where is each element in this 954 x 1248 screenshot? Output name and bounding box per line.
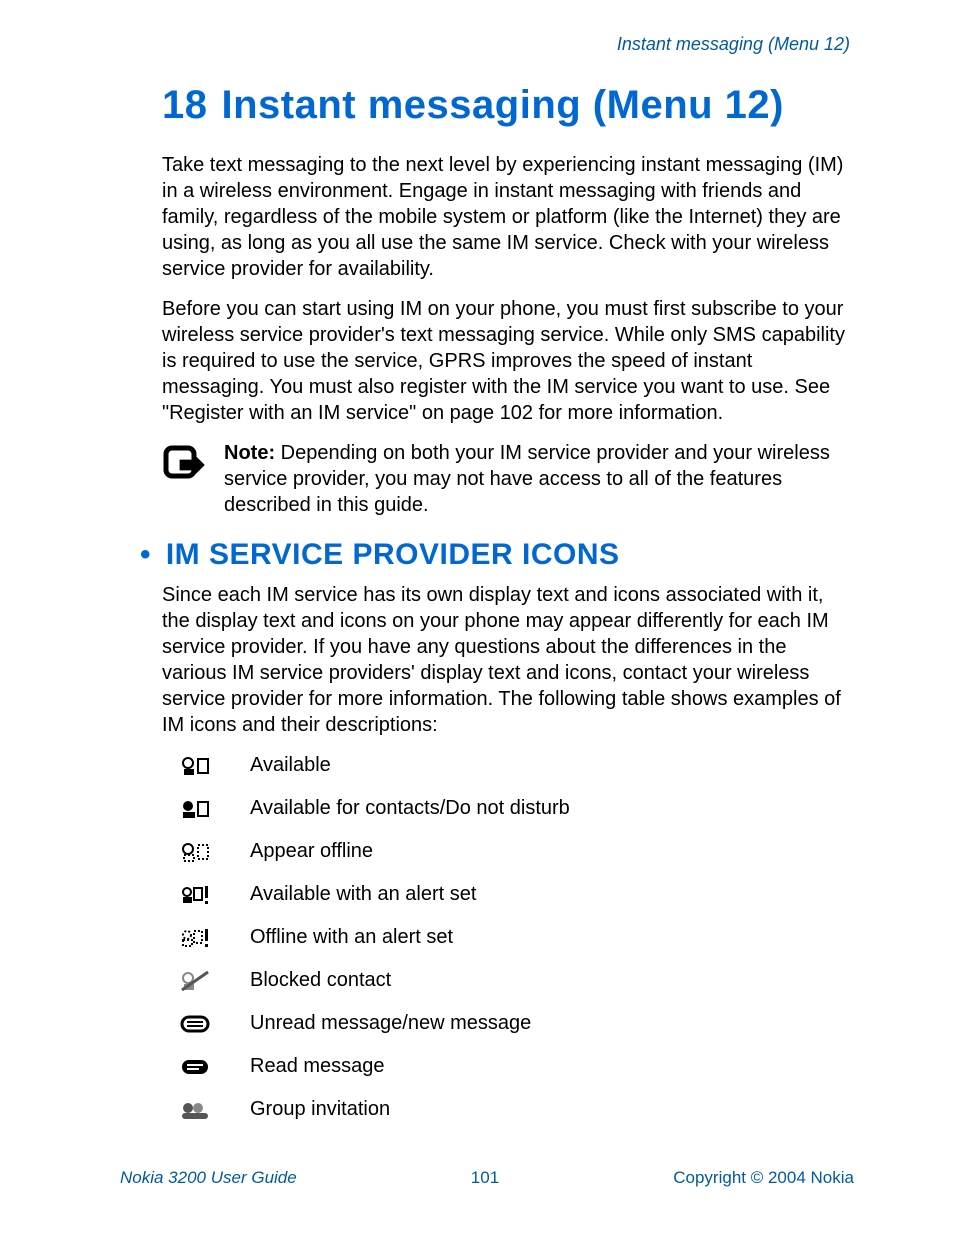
icon-row: Read message bbox=[180, 1055, 854, 1078]
chapter-number: 18 bbox=[162, 83, 208, 127]
chapter-title: 18 Instant messaging (Menu 12) bbox=[162, 83, 854, 128]
icon-description: Appear offline bbox=[250, 840, 373, 863]
page: Instant messaging (Menu 12) 18 Instant me… bbox=[0, 0, 954, 1248]
icon-row: Unread message/new message bbox=[180, 1012, 854, 1035]
icon-row: Available bbox=[180, 754, 854, 777]
section-intro: Since each IM service has its own displa… bbox=[162, 582, 854, 738]
icon-description: Offline with an alert set bbox=[250, 926, 453, 949]
icon-row: Group invitation bbox=[180, 1098, 854, 1121]
note-label: Note: bbox=[224, 442, 275, 464]
im-group-invite-icon bbox=[180, 1099, 250, 1121]
footer-copyright: Copyright © 2004 Nokia bbox=[673, 1168, 854, 1188]
im-blocked-icon bbox=[180, 970, 250, 992]
icon-table: Available Available for contacts/Do not d… bbox=[180, 754, 854, 1121]
im-available-icon bbox=[180, 755, 250, 777]
icon-description: Available for contacts/Do not disturb bbox=[250, 797, 570, 820]
icon-row: Appear offline bbox=[180, 840, 854, 863]
page-footer: Nokia 3200 User Guide 101 Copyright © 20… bbox=[120, 1168, 854, 1188]
icon-row: Blocked contact bbox=[180, 969, 854, 992]
footer-page: 101 bbox=[471, 1168, 499, 1188]
chapter-title-text: Instant messaging (Menu 12) bbox=[222, 83, 784, 127]
im-offline-alert-icon bbox=[180, 927, 250, 949]
running-header: Instant messaging (Menu 12) bbox=[100, 34, 854, 55]
icon-description: Read message bbox=[250, 1055, 385, 1078]
im-unread-msg-icon bbox=[180, 1013, 250, 1035]
note-arrow-icon bbox=[162, 442, 212, 495]
section-heading-text: IM SERVICE PROVIDER ICONS bbox=[157, 538, 620, 571]
note-body: Depending on both your IM service provid… bbox=[224, 442, 830, 516]
icon-description: Group invitation bbox=[250, 1098, 390, 1121]
icon-row: Offline with an alert set bbox=[180, 926, 854, 949]
im-read-msg-icon bbox=[180, 1056, 250, 1078]
im-available-alert-icon bbox=[180, 884, 250, 906]
im-dnd-icon bbox=[180, 798, 250, 820]
note-block: Note: Depending on both your IM service … bbox=[162, 440, 854, 518]
icon-row: Available with an alert set bbox=[180, 883, 854, 906]
body-paragraph-2: Before you can start using IM on your ph… bbox=[162, 296, 854, 426]
section-heading: • IM SERVICE PROVIDER ICONS bbox=[140, 538, 854, 572]
icon-description: Unread message/new message bbox=[250, 1012, 531, 1035]
im-appear-offline-icon bbox=[180, 841, 250, 863]
icon-description: Available bbox=[250, 754, 331, 777]
icon-row: Available for contacts/Do not disturb bbox=[180, 797, 854, 820]
note-text: Note: Depending on both your IM service … bbox=[224, 440, 854, 518]
body-paragraph-1: Take text messaging to the next level by… bbox=[162, 152, 854, 282]
icon-description: Blocked contact bbox=[250, 969, 391, 992]
icon-description: Available with an alert set bbox=[250, 883, 476, 906]
footer-guide: Nokia 3200 User Guide bbox=[120, 1168, 297, 1188]
section-bullet: • bbox=[140, 538, 151, 571]
